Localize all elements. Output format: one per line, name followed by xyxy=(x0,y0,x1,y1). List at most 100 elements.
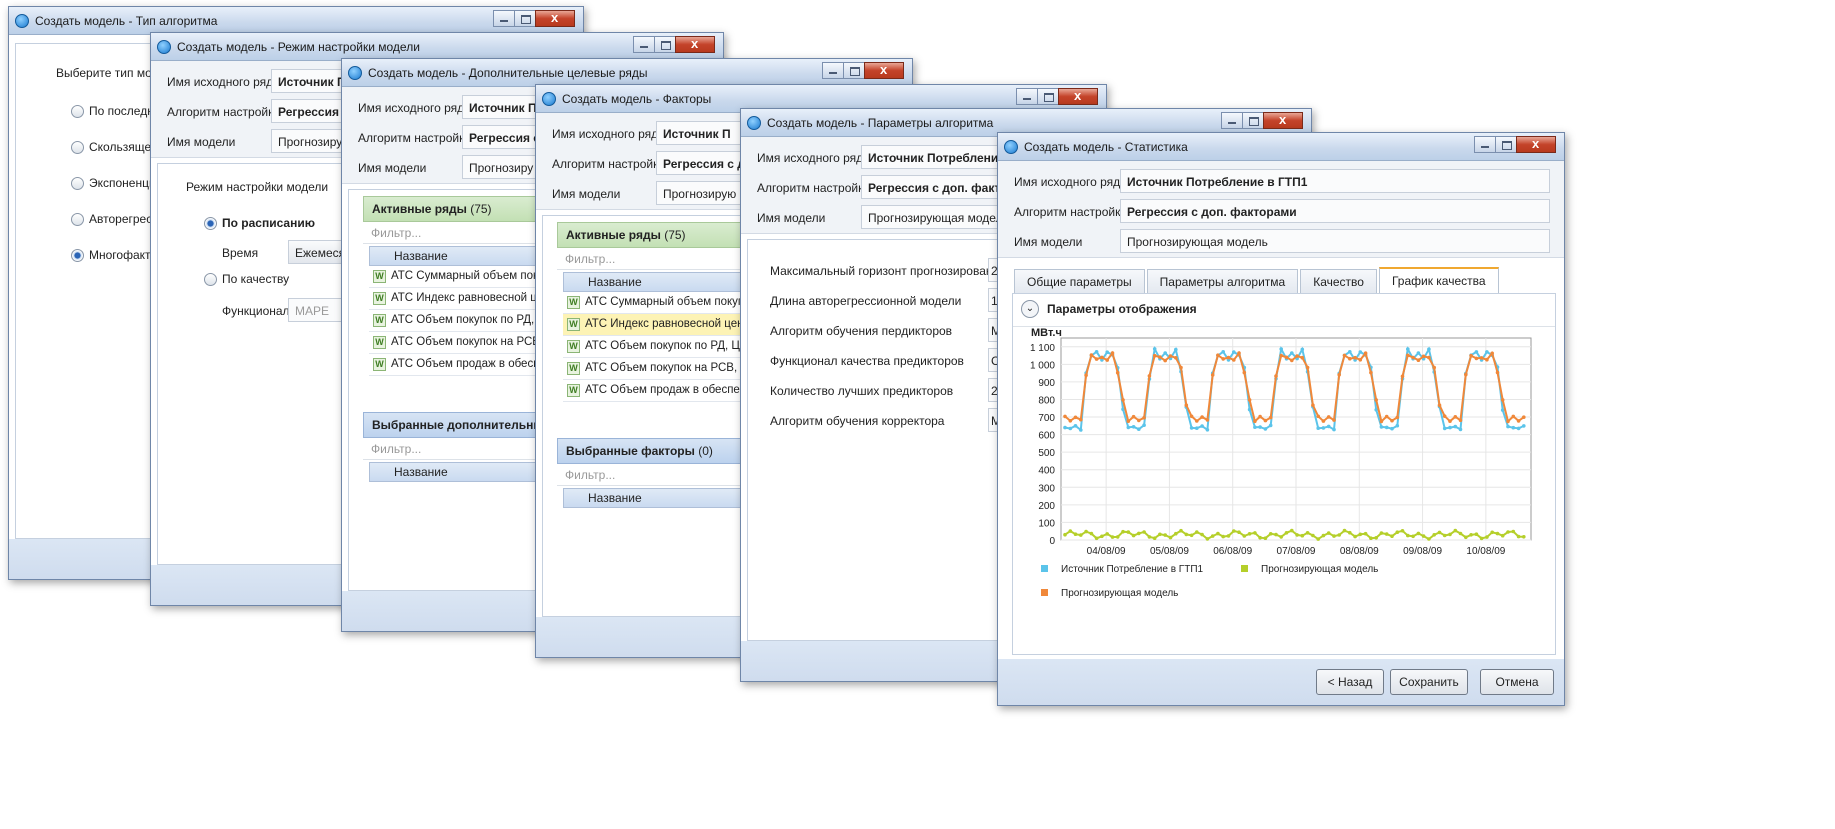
series-point xyxy=(1474,350,1479,354)
close-button[interactable] xyxy=(864,62,904,79)
series-point xyxy=(1105,358,1109,362)
chevron-down-icon[interactable]: ⌄ xyxy=(1021,300,1039,318)
series-point xyxy=(1363,531,1368,536)
minimize-button[interactable] xyxy=(633,36,655,53)
minimize-button[interactable] xyxy=(1221,112,1243,129)
title-bar: Создать модель - Дополнительные целевые … xyxy=(342,59,912,87)
series-point xyxy=(1232,529,1236,533)
algorithm-field[interactable]: Регрессия с доп. факторами xyxy=(1120,199,1550,223)
series-point xyxy=(1094,536,1099,541)
maximize-button[interactable] xyxy=(843,62,865,79)
quality-radio[interactable]: По качеству xyxy=(204,272,289,286)
series-point xyxy=(1337,533,1341,537)
tab-general[interactable]: Общие параметры xyxy=(1014,269,1145,293)
series-point xyxy=(1284,355,1289,360)
close-button[interactable] xyxy=(1516,136,1556,153)
model-name-label: Имя модели xyxy=(1014,235,1083,249)
series-point xyxy=(1163,351,1167,355)
series-point xyxy=(1395,423,1400,428)
x-tick-label: 06/08/09 xyxy=(1213,546,1252,557)
minimize-button[interactable] xyxy=(822,62,844,79)
series-point xyxy=(1205,418,1210,422)
series-point xyxy=(1195,426,1199,430)
tab-quality-chart[interactable]: График качества xyxy=(1378,267,1499,293)
series-point xyxy=(1137,418,1141,423)
series-point xyxy=(1326,415,1331,419)
series-icon: W xyxy=(567,362,580,375)
tab-algorithm-params[interactable]: Параметры алгоритма xyxy=(1146,269,1299,293)
close-button[interactable] xyxy=(1263,112,1303,129)
series-point xyxy=(1479,356,1484,360)
maximize-button[interactable] xyxy=(1242,112,1264,129)
model-name-field[interactable]: Прогнозирующая модель xyxy=(1120,229,1550,253)
y-tick-label: 100 xyxy=(1038,518,1055,529)
minimize-button[interactable] xyxy=(1016,88,1038,105)
series-point xyxy=(1485,350,1489,354)
series-point xyxy=(1237,351,1241,355)
series-point xyxy=(1506,424,1510,429)
series-point xyxy=(1511,425,1516,430)
cancel-button[interactable]: Отмена xyxy=(1480,669,1554,695)
series-point xyxy=(1511,414,1516,419)
close-button[interactable] xyxy=(1058,88,1098,105)
series-point xyxy=(1210,534,1215,538)
series-point xyxy=(1490,530,1494,535)
time-label: Время xyxy=(222,246,259,260)
series-point xyxy=(1321,426,1326,430)
series-point xyxy=(1421,534,1426,538)
back-button[interactable]: < Назад xyxy=(1316,669,1384,695)
series-point xyxy=(1284,531,1289,535)
legend-label: Прогнозирующая модель xyxy=(1061,588,1178,599)
param-label: Максимальный горизонт прогнозирован xyxy=(770,264,993,278)
series-point xyxy=(1416,358,1421,362)
radio-option[interactable]: Авторегресс xyxy=(71,212,158,226)
close-button[interactable] xyxy=(535,10,575,27)
series-point xyxy=(1432,365,1436,370)
series-point xyxy=(1279,347,1283,351)
series-point xyxy=(1400,374,1405,379)
series-point xyxy=(1110,535,1115,539)
maximize-button[interactable] xyxy=(514,10,536,27)
series-point xyxy=(1247,398,1252,402)
radio-option-selected[interactable]: Многофакто xyxy=(71,248,157,262)
source-field[interactable]: Источник Потребление в ГТП1 xyxy=(1120,169,1550,193)
save-button[interactable]: Сохранить xyxy=(1390,669,1468,695)
series-point xyxy=(1337,373,1341,377)
series-point xyxy=(1253,531,1257,535)
series-point xyxy=(1390,426,1394,431)
series-point xyxy=(1268,415,1273,420)
series-point xyxy=(1458,418,1463,423)
series-icon: W xyxy=(373,270,386,283)
radio-option[interactable]: Экспоненци xyxy=(71,176,156,190)
window-statistics: Создать модель - Статистика Имя исходног… xyxy=(997,132,1565,706)
series-point xyxy=(1068,529,1073,533)
series-point xyxy=(1495,531,1500,536)
param-label: Алгоритм обучения корректора xyxy=(770,414,945,428)
series-point xyxy=(1189,426,1194,430)
series-point xyxy=(1522,535,1526,539)
y-tick-label: 1 100 xyxy=(1030,343,1055,354)
series-point xyxy=(1200,532,1204,537)
param-label: Количество лучших предикторов xyxy=(770,384,954,398)
series-point xyxy=(1115,370,1120,375)
series-point xyxy=(1469,533,1473,537)
tab-quality[interactable]: Качество xyxy=(1300,269,1377,293)
radio-option[interactable]: Скользящее xyxy=(71,140,158,154)
series-point xyxy=(1089,353,1094,357)
radio-option[interactable]: По последн xyxy=(71,104,154,118)
series-point xyxy=(1384,532,1389,536)
maximize-button[interactable] xyxy=(1495,136,1517,153)
series-point xyxy=(1268,532,1273,536)
display-params-title: Параметры отображения xyxy=(1047,302,1197,316)
maximize-button[interactable] xyxy=(1037,88,1059,105)
close-button[interactable] xyxy=(675,36,715,53)
series-point xyxy=(1279,353,1283,358)
series-point xyxy=(1152,536,1157,540)
minimize-button[interactable] xyxy=(1474,136,1496,153)
series-point xyxy=(1094,357,1099,361)
maximize-button[interactable] xyxy=(654,36,676,53)
schedule-radio[interactable]: По расписанию xyxy=(204,216,315,230)
minimize-button[interactable] xyxy=(493,10,515,27)
series-point xyxy=(1142,423,1146,427)
series-point xyxy=(1374,398,1378,402)
